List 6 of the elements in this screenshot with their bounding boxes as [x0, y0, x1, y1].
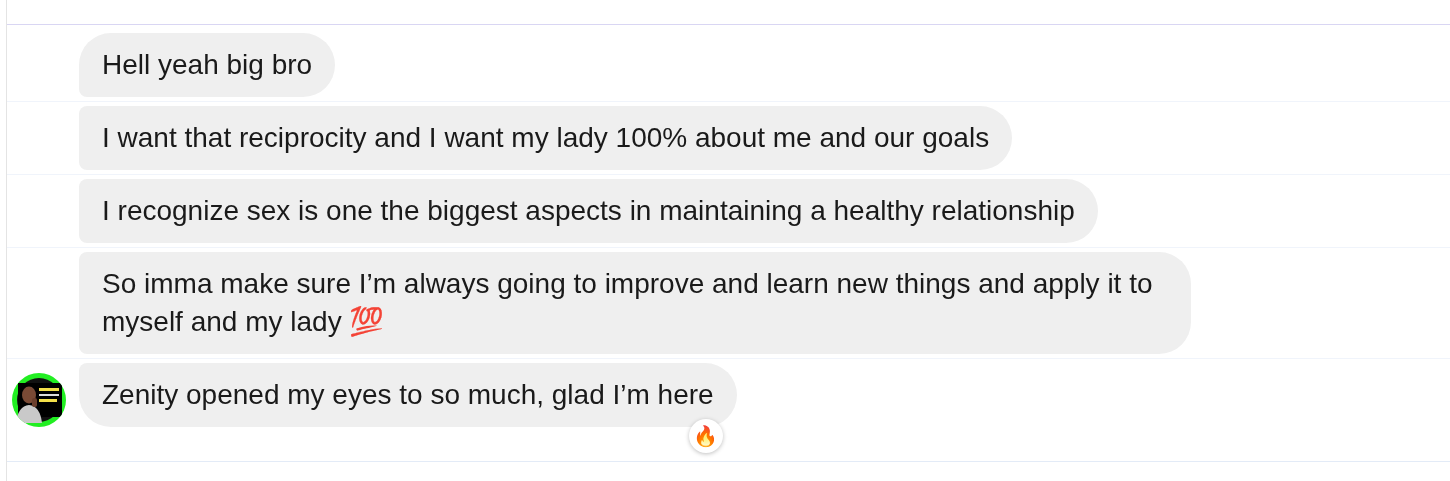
- message-bubble: Hell yeah big bro: [79, 33, 336, 97]
- message-bubble: So imma make sure I’m always going to improve and learn new things and apply it to myself and my lady 💯: [79, 252, 1191, 354]
- avatar[interactable]: [12, 373, 66, 427]
- message-bubble: I recognize sex is one the biggest aspects in maintaining a healthy relationship: [79, 179, 1098, 243]
- message-bubble: I want that reciprocity and I want my lady 100% about me and our goals: [79, 106, 1013, 170]
- reaction-badge[interactable]: 🔥: [688, 419, 723, 453]
